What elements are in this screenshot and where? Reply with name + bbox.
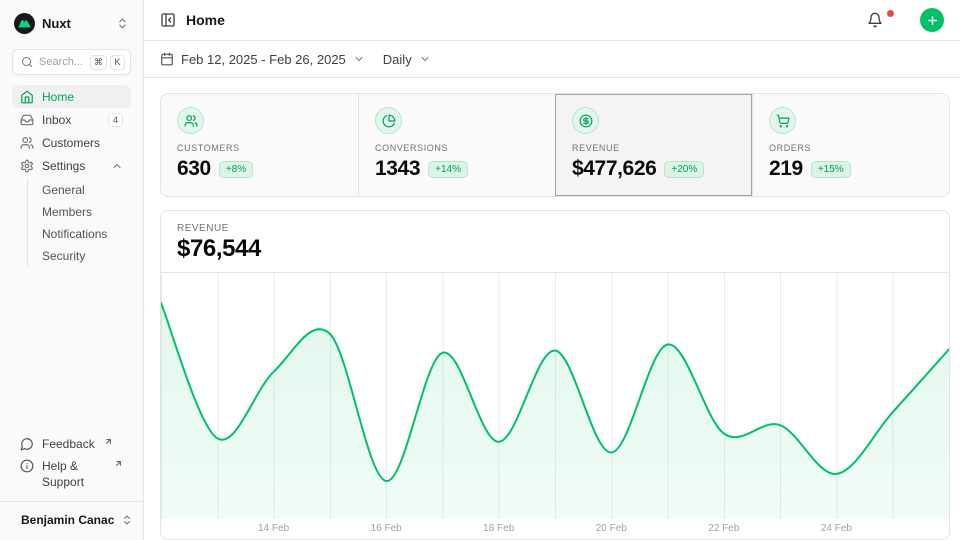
- nuxt-logo-icon: [14, 13, 35, 34]
- inbox-icon: [20, 113, 34, 127]
- sidebar-item-notifications[interactable]: Notifications: [42, 223, 131, 245]
- x-tick-label: 14 Feb: [258, 523, 289, 534]
- stat-value: 219: [769, 157, 803, 181]
- chart-metric-label: REVENUE: [177, 223, 933, 234]
- search-placeholder: Search...: [39, 56, 84, 68]
- revenue-area-chart: [161, 273, 949, 519]
- kbd-cmd: ⌘: [90, 55, 107, 70]
- notification-dot: [887, 10, 894, 17]
- chevron-down-icon: [353, 53, 365, 65]
- collapse-sidebar-button[interactable]: [160, 12, 176, 28]
- search-input[interactable]: Search... ⌘ K: [12, 49, 131, 75]
- sidebar-nav: Home Inbox 4 Customers Settings General …: [12, 85, 131, 267]
- message-circle-icon: [20, 437, 34, 451]
- sidebar-item-general[interactable]: General: [42, 179, 131, 201]
- external-link-icon: [104, 437, 113, 446]
- notifications-button[interactable]: [867, 12, 883, 28]
- x-tick-label: 22 Feb: [708, 523, 739, 534]
- stat-delta-badge: +20%: [664, 161, 704, 178]
- pie-chart-icon: [382, 114, 396, 128]
- stat-delta-badge: +8%: [219, 161, 253, 178]
- top-header: Home: [144, 0, 960, 41]
- main-area: Home Feb 12, 2025 - Feb 26, 2025 Daily C…: [144, 0, 960, 540]
- stat-card-customers[interactable]: CUSTOMERS 630 +8%: [161, 94, 358, 196]
- filter-toolbar: Feb 12, 2025 - Feb 26, 2025 Daily: [144, 41, 960, 78]
- sidebar-spacer: [12, 267, 131, 433]
- date-range-value: Feb 12, 2025 - Feb 26, 2025: [181, 52, 346, 67]
- calendar-icon: [160, 52, 174, 66]
- home-icon: [20, 90, 34, 104]
- plus-icon: [926, 14, 939, 27]
- x-tick-label: 16 Feb: [371, 523, 402, 534]
- stat-value: 1343: [375, 157, 420, 181]
- info-icon: [20, 459, 34, 473]
- granularity-value: Daily: [383, 52, 412, 67]
- gear-icon: [20, 159, 34, 173]
- circle-dollar-icon: [579, 114, 593, 128]
- search-icon: [21, 56, 33, 68]
- stat-value: 630: [177, 157, 211, 181]
- user-menu[interactable]: Benjamin Canac: [12, 502, 131, 538]
- date-range-picker[interactable]: Feb 12, 2025 - Feb 26, 2025: [160, 52, 365, 67]
- stat-value: $477,626: [572, 157, 656, 181]
- sidebar-item-members[interactable]: Members: [42, 201, 131, 223]
- sidebar-item-label: Customers: [42, 136, 123, 150]
- page-title: Home: [186, 12, 857, 28]
- revenue-chart[interactable]: [161, 273, 949, 519]
- user-name: Benjamin Canac: [21, 513, 114, 527]
- external-link-icon: [114, 459, 123, 468]
- x-tick-label: 24 Feb: [821, 523, 852, 534]
- chevron-down-icon: [419, 53, 431, 65]
- stat-card-revenue[interactable]: REVENUE $477,626 +20%: [555, 94, 752, 196]
- feedback-link[interactable]: Feedback: [12, 433, 131, 455]
- chevrons-up-down-icon: [116, 17, 129, 30]
- workspace-name: Nuxt: [42, 16, 109, 31]
- stat-label: REVENUE: [572, 143, 736, 153]
- granularity-select[interactable]: Daily: [383, 52, 431, 67]
- stat-label: CONVERSIONS: [375, 143, 539, 153]
- chart-x-axis: 14 Feb 16 Feb 18 Feb 20 Feb 22 Feb 24 Fe…: [161, 519, 949, 539]
- sidebar-item-label: Inbox: [42, 113, 100, 127]
- workspace-selector[interactable]: Nuxt: [12, 10, 131, 36]
- sidebar-item-security[interactable]: Security: [42, 245, 131, 267]
- chart-metric-value: $76,544: [177, 235, 933, 263]
- dashboard-content: CUSTOMERS 630 +8% CONVERSIONS 1343 +14% …: [144, 78, 960, 540]
- sidebar-item-label: Home: [42, 90, 123, 104]
- help-support-link[interactable]: Help & Support: [12, 455, 131, 493]
- users-icon: [20, 136, 34, 150]
- stat-label: CUSTOMERS: [177, 143, 342, 153]
- chevron-up-icon: [111, 160, 123, 172]
- stat-label: ORDERS: [769, 143, 933, 153]
- search-shortcut: ⌘ K: [90, 55, 125, 70]
- x-tick-label: 18 Feb: [483, 523, 514, 534]
- sidebar-item-label: Settings: [42, 159, 103, 173]
- revenue-chart-card: REVENUE $76,544 14 Feb 16 Feb: [160, 210, 950, 540]
- inbox-count-badge: 4: [108, 113, 123, 127]
- chart-area-fill: [161, 303, 949, 519]
- settings-sub-list: General Members Notifications Security: [27, 179, 131, 267]
- sidebar-item-home[interactable]: Home: [12, 85, 131, 108]
- sidebar-item-settings[interactable]: Settings: [12, 154, 131, 177]
- sidebar: Nuxt Search... ⌘ K Home Inbox 4 Customer…: [0, 0, 144, 540]
- stat-card-conversions[interactable]: CONVERSIONS 1343 +14%: [358, 94, 555, 196]
- help-support-label: Help & Support: [42, 458, 105, 490]
- sidebar-item-inbox[interactable]: Inbox 4: [12, 108, 131, 131]
- sidebar-item-customers[interactable]: Customers: [12, 131, 131, 154]
- feedback-label: Feedback: [42, 436, 95, 452]
- chevrons-up-down-icon: [121, 514, 133, 526]
- cart-icon: [776, 114, 790, 128]
- kbd-k: K: [110, 55, 125, 70]
- stat-delta-badge: +15%: [811, 161, 851, 178]
- chart-header: REVENUE $76,544: [161, 211, 949, 273]
- add-button[interactable]: [920, 8, 944, 32]
- stat-delta-badge: +14%: [428, 161, 468, 178]
- stats-row: CUSTOMERS 630 +8% CONVERSIONS 1343 +14% …: [160, 93, 950, 197]
- users-icon: [184, 114, 198, 128]
- stat-card-orders[interactable]: ORDERS 219 +15%: [752, 94, 949, 196]
- x-tick-label: 20 Feb: [596, 523, 627, 534]
